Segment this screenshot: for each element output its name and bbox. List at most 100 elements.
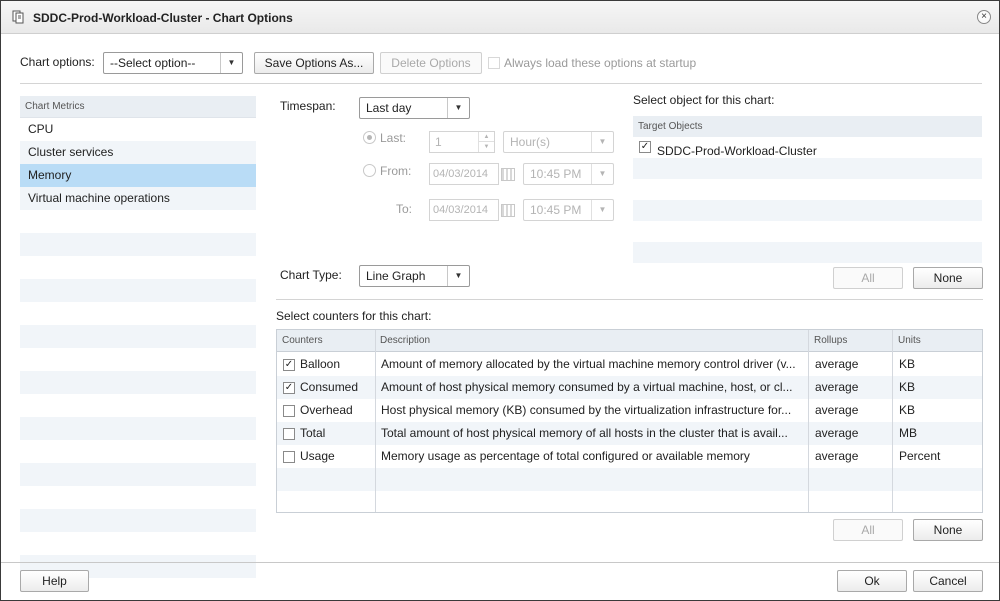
- always-load-label: Always load these options at startup: [504, 56, 697, 70]
- counter-rollup: average: [815, 357, 859, 371]
- cluster-icon: [12, 10, 24, 24]
- list-item: [633, 200, 982, 221]
- counter-unit: KB: [899, 380, 916, 394]
- counter-unit: Percent: [899, 449, 941, 463]
- timespan-value: Last day: [366, 101, 412, 115]
- list-item: [633, 158, 982, 179]
- list-item: [20, 463, 256, 486]
- to-label: To:: [396, 202, 413, 216]
- to-time-value: 10:45 PM: [530, 203, 582, 217]
- list-item: [633, 221, 982, 242]
- spin-down-icon[interactable]: ▼: [478, 142, 494, 152]
- counter-unit: KB: [899, 357, 916, 371]
- counter-description: Memory usage as percentage of total conf…: [381, 449, 750, 463]
- counter-name: Total: [300, 426, 326, 440]
- list-item: [20, 279, 256, 302]
- from-date-field[interactable]: 04/03/2014: [429, 163, 499, 185]
- metric-item-virtual-machine-operations[interactable]: Virtual machine operations: [20, 187, 256, 210]
- target-object-checkbox[interactable]: ✓: [639, 141, 651, 153]
- title-bar: SDDC-Prod-Workload-Cluster - Chart Optio…: [1, 1, 999, 34]
- from-radio[interactable]: [363, 164, 376, 177]
- chevron-down-icon: ▼: [591, 132, 613, 152]
- metric-item-cluster-services[interactable]: Cluster services: [20, 141, 256, 164]
- counter-checkbox-balloon[interactable]: ✓: [283, 359, 295, 371]
- target-objects-header: Target Objects: [633, 116, 982, 137]
- always-load-checkbox[interactable]: [488, 57, 500, 69]
- table-row[interactable]: Overhead Host physical memory (KB) consu…: [277, 399, 982, 422]
- last-unit-select[interactable]: Hour(s) ▼: [503, 131, 614, 153]
- table-row: [277, 468, 982, 491]
- column-header-units[interactable]: Units: [893, 330, 982, 352]
- chevron-down-icon: ▼: [447, 266, 469, 286]
- column-divider: [808, 330, 809, 512]
- chart-options-label: Chart options:: [20, 55, 95, 69]
- metric-item-memory[interactable]: Memory: [20, 164, 256, 187]
- list-item: [20, 210, 256, 233]
- list-item: [633, 179, 982, 200]
- last-unit-value: Hour(s): [510, 135, 551, 149]
- counter-description: Total amount of host physical memory of …: [381, 426, 788, 440]
- counter-checkbox-consumed[interactable]: ✓: [283, 382, 295, 394]
- spin-up-icon[interactable]: ▲: [478, 132, 494, 142]
- counter-name: Usage: [300, 449, 335, 463]
- table-row[interactable]: ✓ Balloon Amount of memory allocated by …: [277, 353, 982, 376]
- table-row[interactable]: Total Total amount of host physical memo…: [277, 422, 982, 445]
- counters-none-button[interactable]: None: [913, 519, 983, 541]
- cancel-button[interactable]: Cancel: [913, 570, 983, 592]
- chart-options-select[interactable]: --Select option-- ▼: [103, 52, 243, 74]
- metric-item-cpu[interactable]: CPU: [20, 118, 256, 141]
- counters-all-button[interactable]: All: [833, 519, 903, 541]
- objects-none-button[interactable]: None: [913, 267, 983, 289]
- section-divider: [276, 299, 983, 300]
- delete-options-button[interactable]: Delete Options: [380, 52, 482, 74]
- select-object-title: Select object for this chart:: [633, 93, 775, 107]
- counter-rollup: average: [815, 403, 859, 417]
- target-object-row[interactable]: ✓ SDDC-Prod-Workload-Cluster: [633, 137, 982, 158]
- list-item: [20, 256, 256, 279]
- counter-unit: MB: [899, 426, 917, 440]
- to-time-select[interactable]: 10:45 PM ▼: [523, 199, 614, 221]
- last-label: Last:: [380, 131, 407, 145]
- from-time-select[interactable]: 10:45 PM ▼: [523, 163, 614, 185]
- chevron-down-icon: ▼: [591, 164, 613, 184]
- column-divider: [375, 330, 376, 512]
- counter-checkbox-overhead[interactable]: [283, 405, 295, 417]
- counters-table-header: Counters Description Rollups Units: [277, 330, 982, 352]
- chart-metrics-header: Chart Metrics: [20, 96, 256, 118]
- to-date-field[interactable]: 04/03/2014: [429, 199, 499, 221]
- counter-description: Host physical memory (KB) consumed by th…: [381, 403, 792, 417]
- counter-checkbox-usage[interactable]: [283, 451, 295, 463]
- chart-options-dialog: SDDC-Prod-Workload-Cluster - Chart Optio…: [0, 0, 1000, 601]
- column-header-description[interactable]: Description: [375, 330, 809, 352]
- column-divider: [892, 330, 893, 512]
- chevron-down-icon: ▼: [447, 98, 469, 118]
- calendar-icon[interactable]: [501, 168, 515, 181]
- calendar-icon[interactable]: [501, 204, 515, 217]
- column-header-rollups[interactable]: Rollups: [809, 330, 893, 352]
- table-row[interactable]: Usage Memory usage as percentage of tota…: [277, 445, 982, 468]
- list-item: [20, 417, 256, 440]
- help-button[interactable]: Help: [20, 570, 89, 592]
- timespan-select[interactable]: Last day ▼: [359, 97, 470, 119]
- list-item: [20, 233, 256, 256]
- table-row[interactable]: ✓ Consumed Amount of host physical memor…: [277, 376, 982, 399]
- list-item: [633, 242, 982, 263]
- list-item: [20, 440, 256, 463]
- chart-type-value: Line Graph: [366, 269, 426, 283]
- last-value-stepper[interactable]: 1 ▲ ▼: [429, 131, 495, 153]
- objects-all-button[interactable]: All: [833, 267, 903, 289]
- last-radio[interactable]: [363, 131, 376, 144]
- list-item: [20, 509, 256, 532]
- column-header-counters[interactable]: Counters: [277, 330, 375, 352]
- close-icon[interactable]: ×: [977, 10, 991, 24]
- ok-button[interactable]: Ok: [837, 570, 907, 592]
- counter-name: Balloon: [300, 357, 341, 371]
- list-item: [20, 394, 256, 417]
- chart-type-select[interactable]: Line Graph ▼: [359, 265, 470, 287]
- from-label: From:: [380, 164, 412, 178]
- select-counters-title: Select counters for this chart:: [276, 309, 432, 323]
- chevron-down-icon: ▼: [220, 53, 242, 73]
- save-options-as-button[interactable]: Save Options As...: [254, 52, 374, 74]
- counter-description: Amount of memory allocated by the virtua…: [381, 357, 796, 371]
- counter-checkbox-total[interactable]: [283, 428, 295, 440]
